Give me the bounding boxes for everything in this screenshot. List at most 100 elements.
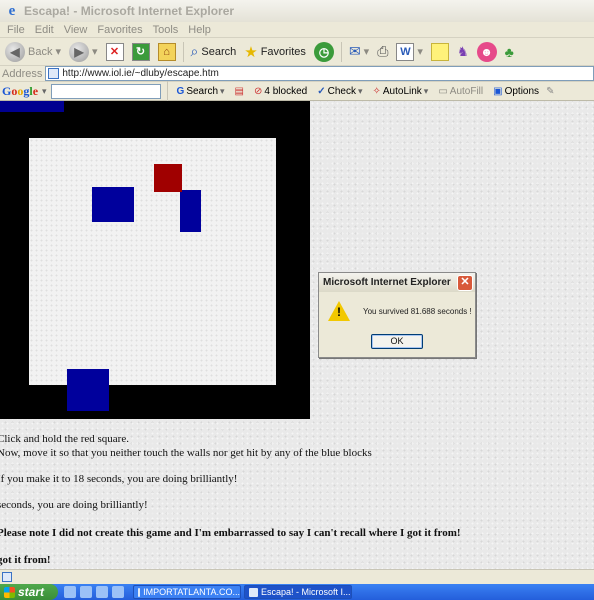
blue-block <box>67 369 109 411</box>
chevron-down-icon: ▾ <box>417 46 423 58</box>
stop-button[interactable]: ✕ <box>103 40 127 64</box>
menu-file[interactable]: File <box>2 24 30 36</box>
pagerank-icon: ▤ <box>234 85 244 97</box>
chevron-down-icon[interactable]: ▾ <box>42 86 47 97</box>
options-icon: ▣ <box>493 85 503 97</box>
messenger-button[interactable]: ☻ <box>474 40 500 64</box>
dialog-message: You survived 81.688 seconds ! <box>363 306 472 316</box>
chevron-down-icon: ▾ <box>92 46 98 58</box>
mail-button[interactable]: ✉ ▾ <box>346 40 372 64</box>
refresh-button[interactable]: ↻ <box>129 40 153 64</box>
quick-launch-icon[interactable] <box>112 586 124 598</box>
game-board-border <box>0 101 310 419</box>
address-bar: Address http://www.iol.ie/~dluby/escape.… <box>0 66 594 82</box>
instruction-line: Click and hold the red square. <box>0 433 129 445</box>
contacts-icon: ♣ <box>504 43 514 60</box>
toolbar-separator <box>182 41 184 62</box>
google-toolbar: Google ▾ G Search ▾ ▤ ⊘ 4 blocked ✓ Chec… <box>0 81 594 101</box>
spellcheck-icon: ✓ <box>317 85 326 97</box>
menu-bar: File Edit View Favorites Tools Help <box>0 22 594 38</box>
windows-logo-icon <box>4 586 15 598</box>
game-play-area <box>29 138 276 385</box>
ie-icon <box>249 587 258 597</box>
home-icon: ⌂ <box>157 42 176 61</box>
ok-button[interactable]: OK <box>371 334 423 349</box>
pencil-icon[interactable]: ✎ <box>546 86 554 97</box>
note-icon <box>430 42 449 61</box>
menu-help[interactable]: Help <box>183 24 216 36</box>
mail-icon: ✉ <box>348 43 361 59</box>
menu-tools[interactable]: Tools <box>148 24 184 36</box>
home-button[interactable]: ⌂ <box>155 40 179 64</box>
taskbar-item-active[interactable]: Escapa! - Microsoft I... <box>244 585 352 599</box>
toolbar-separator <box>166 81 168 101</box>
taskbar-item[interactable]: IMPORTATLANTA.CO... <box>133 585 241 599</box>
window-titlebar: e Escapa! - Microsoft Internet Explorer <box>0 0 594 22</box>
close-icon[interactable]: ✕ <box>457 274 473 291</box>
printer-icon: ⎙ <box>377 43 389 59</box>
word-icon: W <box>396 42 415 61</box>
page-content: Click and hold the red square. Now, move… <box>0 101 594 569</box>
popup-blocked-icon: ⊘ <box>254 85 263 97</box>
ie-icon <box>138 587 141 597</box>
google-search-button[interactable]: G Search ▾ <box>174 86 228 97</box>
options-button[interactable]: ▣ Options <box>490 86 542 97</box>
chevron-down-icon: ▾ <box>220 85 225 96</box>
back-arrow-icon: ◀ <box>5 41 25 62</box>
pagerank-button[interactable]: ▤ <box>232 86 247 97</box>
chevron-down-icon: ▾ <box>55 46 61 58</box>
back-button[interactable]: ◀ Back ▾ <box>2 40 64 64</box>
history-icon: ◷ <box>313 41 334 62</box>
forward-button[interactable]: ▶ ▾ <box>66 40 101 64</box>
instruction-line: Now, move it so that you neither touch t… <box>0 447 372 459</box>
start-button[interactable]: start <box>0 584 58 600</box>
popup-blocker-button[interactable]: ⊘ 4 blocked <box>251 86 310 97</box>
quick-launch-icon[interactable] <box>64 586 76 598</box>
autolink-icon: ✧ <box>372 85 381 97</box>
address-url: http://www.iol.ie/~dluby/escape.htm <box>62 68 219 79</box>
ie-logo-icon: e <box>8 3 16 19</box>
google-search-input[interactable] <box>50 83 161 99</box>
alert-dialog: Microsoft Internet Explorer ✕ ! You surv… <box>318 272 476 358</box>
contacts-button[interactable]: ♣ <box>502 40 517 64</box>
chevron-down-icon: ▾ <box>423 85 429 96</box>
instruction-line: seconds, you are doing brilliantly! <box>0 499 148 511</box>
menu-edit[interactable]: Edit <box>30 24 59 36</box>
google-g-icon: G <box>176 85 185 97</box>
red-square[interactable] <box>154 164 182 192</box>
status-bar <box>0 569 594 584</box>
address-input[interactable]: http://www.iol.ie/~dluby/escape.htm <box>45 66 594 81</box>
refresh-icon: ↻ <box>131 42 150 61</box>
chevron-down-icon: ▾ <box>363 46 370 58</box>
instruction-line: If you make it to 18 seconds, you are do… <box>0 473 238 485</box>
forward-arrow-icon: ▶ <box>69 41 89 62</box>
dialog-title: Microsoft Internet Explorer <box>323 277 451 288</box>
dialog-body: ! You survived 81.688 seconds ! <box>319 292 475 321</box>
history-button[interactable]: ◷ <box>311 40 337 64</box>
edit-button[interactable]: W ▾ <box>393 40 426 64</box>
blue-block <box>180 190 201 232</box>
blue-block <box>92 187 134 222</box>
instruction-note: Please note I did not create this game a… <box>0 527 461 539</box>
favorites-button[interactable]: ★ Favorites <box>241 40 309 64</box>
spellcheck-button[interactable]: ✓ Check ▾ <box>314 86 365 97</box>
print-button[interactable]: ⎙ <box>374 40 391 64</box>
menu-favorites[interactable]: Favorites <box>92 24 147 36</box>
autofill-button[interactable]: ▭ AutoFill <box>435 86 486 97</box>
quick-launch <box>58 586 130 598</box>
chevron-down-icon: ▾ <box>357 85 363 96</box>
google-logo[interactable]: Google <box>2 84 38 99</box>
autolink-button[interactable]: ✧ AutoLink ▾ <box>369 86 431 97</box>
research-button[interactable]: ♞ <box>454 40 472 64</box>
stop-icon: ✕ <box>105 42 124 61</box>
window-title: Escapa! - Microsoft Internet Explorer <box>24 4 235 18</box>
toolbar-separator <box>340 41 342 62</box>
page-icon <box>2 572 12 582</box>
quick-launch-icon[interactable] <box>80 586 92 598</box>
warning-icon: ! <box>328 301 350 321</box>
menu-view[interactable]: View <box>59 24 93 36</box>
instruction-note: got it from! <box>0 554 51 566</box>
notes-button[interactable] <box>428 40 452 64</box>
quick-launch-icon[interactable] <box>96 586 108 598</box>
search-button[interactable]: ⌕ Search <box>188 40 240 64</box>
